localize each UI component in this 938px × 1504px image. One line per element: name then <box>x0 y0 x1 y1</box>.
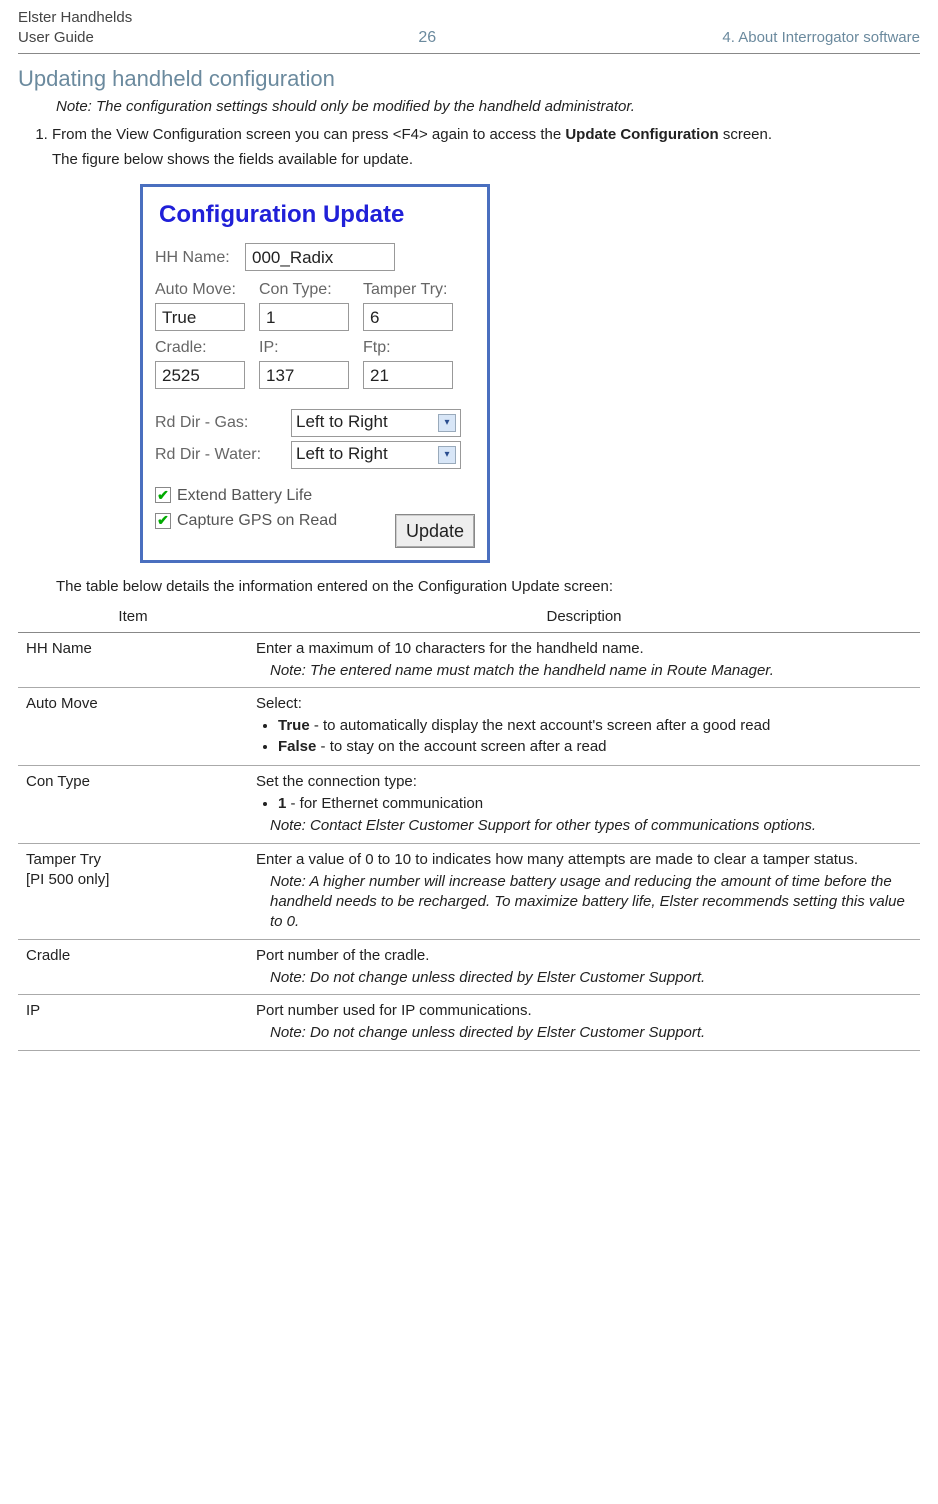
config-update-screenshot: Configuration Update HH Name: 000_Radix … <box>140 184 490 563</box>
col-item: Item <box>18 603 248 632</box>
con-type-label: Con Type: <box>259 279 349 301</box>
header-subtitle: User Guide <box>18 28 132 48</box>
table-row: HH Name Enter a maximum of 10 characters… <box>18 632 920 688</box>
step1-body2: The figure below shows the fields availa… <box>52 150 920 170</box>
hh-name-input[interactable]: 000_Radix <box>245 243 395 271</box>
bullet-item: False - to stay on the account screen af… <box>278 737 912 757</box>
steps-list: From the View Configuration screen you c… <box>34 125 920 170</box>
desc-note: Note: Do not change unless directed by E… <box>256 1023 912 1043</box>
page-number: 26 <box>418 27 436 49</box>
rd-dir-gas-row: Rd Dir - Gas: Left to Right ▾ <box>155 409 475 437</box>
tamper-try-input[interactable]: 6 <box>363 303 453 331</box>
item-tamper-try: Tamper Try [PI 500 only] <box>18 843 248 939</box>
desc-text: Enter a maximum of 10 characters for the… <box>256 639 912 659</box>
checkbox-extend-battery[interactable]: ✔ Extend Battery Life <box>155 485 475 507</box>
desc-note: Note: Contact Elster Customer Support fo… <box>256 816 912 836</box>
desc-text: Set the connection type: <box>256 772 912 792</box>
tamper-try-label: Tamper Try: <box>363 279 453 301</box>
desc-text: Port number of the cradle. <box>256 946 912 966</box>
cradle-label: Cradle: <box>155 337 245 359</box>
desc-tamper-try: Enter a value of 0 to 10 to indicates ho… <box>248 843 920 939</box>
rd-dir-water-row: Rd Dir - Water: Left to Right ▾ <box>155 441 475 469</box>
auto-move-label: Auto Move: <box>155 279 245 301</box>
hh-name-row: HH Name: 000_Radix <box>155 243 475 271</box>
rd-dir-water-value: Left to Right <box>296 443 388 466</box>
rd-dir-water-label: Rd Dir - Water: <box>155 444 285 466</box>
screenshot-title: Configuration Update <box>159 199 475 231</box>
desc-note: Note: The entered name must match the ha… <box>256 661 912 681</box>
chevron-down-icon: ▾ <box>438 414 456 432</box>
item-cradle: Cradle <box>18 939 248 995</box>
bullet-item: 1 - for Ethernet communication <box>278 794 912 814</box>
desc-auto-move: Select: True - to automatically display … <box>248 688 920 766</box>
bullet-list: True - to automatically display the next… <box>260 716 912 757</box>
rd-dir-gas-select[interactable]: Left to Right ▾ <box>291 409 461 437</box>
step1-bold: Update Configuration <box>565 126 718 143</box>
item-ip: IP <box>18 995 248 1051</box>
checkmark-icon: ✔ <box>155 513 171 529</box>
section-heading: Updating handheld configuration <box>18 64 920 94</box>
chevron-down-icon: ▾ <box>438 446 456 464</box>
table-row: IP Port number used for IP communication… <box>18 995 920 1051</box>
rd-dir-gas-value: Left to Right <box>296 411 388 434</box>
desc-note: Note: Do not change unless directed by E… <box>256 968 912 988</box>
table-intro: The table below details the information … <box>56 577 920 597</box>
table-row: Con Type Set the connection type: 1 - fo… <box>18 765 920 843</box>
item-hh-name: HH Name <box>18 632 248 688</box>
table-row: Tamper Try [PI 500 only] Enter a value o… <box>18 843 920 939</box>
chk-batt-label: Extend Battery Life <box>177 485 312 507</box>
item-con-type: Con Type <box>18 765 248 843</box>
desc-text: Port number used for IP communications. <box>256 1001 912 1021</box>
auto-move-input[interactable]: True <box>155 303 245 331</box>
step1-suffix: screen. <box>719 126 772 143</box>
header-chapter: 4. About Interrogator software <box>722 28 920 48</box>
desc-text: Select: <box>256 694 912 714</box>
con-type-input[interactable]: 1 <box>259 303 349 331</box>
hh-name-label: HH Name: <box>155 247 237 269</box>
config-fields-table: Item Description HH Name Enter a maximum… <box>18 603 920 1050</box>
table-row: Auto Move Select: True - to automaticall… <box>18 688 920 766</box>
rd-dir-water-select[interactable]: Left to Right ▾ <box>291 441 461 469</box>
row-cradle-ip-ftp: Cradle: 2525 IP: 137 Ftp: 21 <box>155 337 475 389</box>
desc-text: Enter a value of 0 to 10 to indicates ho… <box>256 850 912 870</box>
rd-dir-gas-label: Rd Dir - Gas: <box>155 412 285 434</box>
ip-input[interactable]: 137 <box>259 361 349 389</box>
step-1: From the View Configuration screen you c… <box>52 125 920 170</box>
ftp-label: Ftp: <box>363 337 453 359</box>
checkmark-icon: ✔ <box>155 487 171 503</box>
chk-gps-label: Capture GPS on Read <box>177 510 337 532</box>
desc-cradle: Port number of the cradle. Note: Do not … <box>248 939 920 995</box>
col-description: Description <box>248 603 920 632</box>
step1-prefix: From the View Configuration screen you c… <box>52 126 565 143</box>
cradle-input[interactable]: 2525 <box>155 361 245 389</box>
desc-con-type: Set the connection type: 1 - for Etherne… <box>248 765 920 843</box>
update-button[interactable]: Update <box>395 514 475 548</box>
item-auto-move: Auto Move <box>18 688 248 766</box>
row-automove-con-tamper: Auto Move: True Con Type: 1 Tamper Try: … <box>155 279 475 331</box>
page-header: Elster Handhelds User Guide 26 4. About … <box>18 8 920 54</box>
table-row: Cradle Port number of the cradle. Note: … <box>18 939 920 995</box>
header-product: Elster Handhelds <box>18 8 132 28</box>
desc-ip: Port number used for IP communications. … <box>248 995 920 1051</box>
ftp-input[interactable]: 21 <box>363 361 453 389</box>
bullet-item: True - to automatically display the next… <box>278 716 912 736</box>
ip-label: IP: <box>259 337 349 359</box>
bullet-list: 1 - for Ethernet communication <box>260 794 912 814</box>
note-admin-only: Note: The configuration settings should … <box>56 97 920 117</box>
desc-hh-name: Enter a maximum of 10 characters for the… <box>248 632 920 688</box>
header-left: Elster Handhelds User Guide <box>18 8 132 49</box>
desc-note: Note: A higher number will increase batt… <box>256 872 912 933</box>
